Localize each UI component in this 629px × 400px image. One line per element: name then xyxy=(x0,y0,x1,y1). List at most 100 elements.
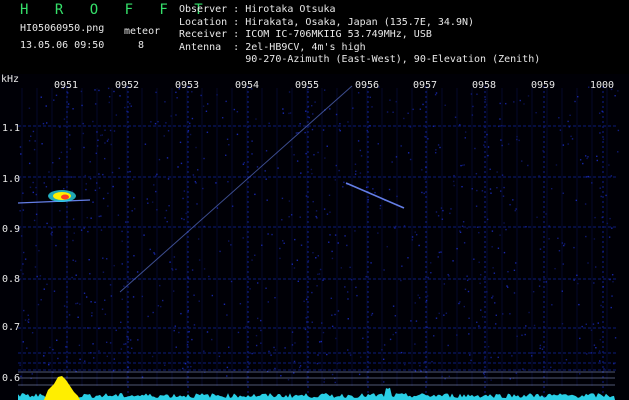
noise-speckle xyxy=(459,230,461,232)
noise-speckle xyxy=(461,185,463,188)
noise-speckle xyxy=(447,273,449,276)
noise-speckle xyxy=(293,360,296,363)
noise-speckle xyxy=(346,244,348,247)
noise-speckle xyxy=(180,312,182,315)
noise-speckle xyxy=(521,160,523,162)
noise-speckle xyxy=(509,203,511,206)
noise-speckle xyxy=(350,279,353,281)
noise-speckle xyxy=(223,303,226,305)
amplitude-peak xyxy=(44,376,80,400)
noise-speckle xyxy=(585,323,587,325)
noise-speckle xyxy=(417,294,419,296)
noise-speckle xyxy=(58,157,61,160)
noise-speckle xyxy=(103,157,106,160)
noise-speckle xyxy=(473,258,475,260)
noise-speckle xyxy=(203,225,205,228)
noise-speckle xyxy=(65,346,67,348)
noise-speckle xyxy=(584,203,587,205)
noise-speckle xyxy=(310,104,313,107)
noise-speckle xyxy=(403,225,406,227)
noise-speckle xyxy=(513,292,516,294)
freq-tick: 1.1 xyxy=(2,123,21,134)
noise-speckle xyxy=(91,312,93,314)
noise-speckle xyxy=(505,228,507,231)
noise-speckle xyxy=(73,232,75,234)
noise-speckle xyxy=(254,254,256,256)
noise-speckle xyxy=(194,180,197,183)
noise-speckle xyxy=(329,234,331,236)
noise-speckle xyxy=(72,218,75,220)
noise-speckle xyxy=(388,188,391,191)
noise-speckle xyxy=(409,158,412,161)
noise-speckle xyxy=(532,290,535,293)
noise-speckle xyxy=(463,305,465,308)
noise-speckle xyxy=(576,274,578,277)
noise-speckle xyxy=(181,217,183,220)
noise-speckle xyxy=(371,106,373,108)
noise-speckle xyxy=(55,94,58,97)
noise-speckle xyxy=(538,285,541,287)
noise-speckle xyxy=(595,347,597,349)
noise-speckle xyxy=(115,329,117,332)
noise-speckle xyxy=(58,179,60,181)
noise-speckle xyxy=(410,320,412,322)
noise-speckle xyxy=(104,313,107,315)
noise-speckle xyxy=(335,113,338,116)
noise-speckle xyxy=(154,253,156,255)
noise-speckle xyxy=(502,313,504,315)
noise-speckle xyxy=(32,191,34,194)
noise-speckle xyxy=(386,245,388,248)
noise-speckle xyxy=(231,205,234,207)
noise-speckle xyxy=(63,305,66,307)
noise-speckle xyxy=(496,186,498,189)
noise-speckle xyxy=(320,369,322,371)
noise-speckle xyxy=(550,366,552,369)
noise-speckle xyxy=(71,276,73,279)
noise-speckle xyxy=(585,235,587,238)
noise-speckle xyxy=(311,172,313,175)
noise-speckle xyxy=(326,213,329,215)
noise-speckle xyxy=(107,87,110,90)
noise-speckle xyxy=(71,190,74,192)
noise-speckle xyxy=(45,122,48,124)
noise-speckle xyxy=(298,366,301,369)
noise-speckle xyxy=(93,357,95,359)
noise-speckle xyxy=(174,325,177,327)
noise-speckle xyxy=(91,315,93,317)
noise-speckle xyxy=(249,288,251,290)
noise-speckle xyxy=(424,135,426,138)
noise-speckle xyxy=(202,105,205,107)
noise-speckle xyxy=(328,194,331,197)
noise-speckle xyxy=(310,168,313,171)
noise-speckle xyxy=(288,216,290,218)
noise-speckle xyxy=(127,338,130,340)
noise-speckle xyxy=(454,116,457,118)
noise-speckle xyxy=(280,375,282,377)
noise-speckle xyxy=(513,269,516,272)
noise-speckle xyxy=(500,139,502,141)
noise-speckle xyxy=(415,233,418,236)
noise-speckle xyxy=(260,342,262,344)
noise-speckle xyxy=(466,275,468,277)
noise-speckle xyxy=(230,280,233,283)
noise-speckle xyxy=(521,334,523,336)
noise-speckle xyxy=(421,191,423,194)
time-tick: 0951 xyxy=(54,80,79,91)
noise-speckle xyxy=(484,98,487,101)
noise-speckle xyxy=(331,250,333,253)
noise-speckle xyxy=(322,331,325,334)
noise-speckle xyxy=(360,155,363,157)
noise-speckle xyxy=(151,355,154,358)
noise-speckle xyxy=(69,134,71,136)
noise-speckle xyxy=(596,155,598,158)
noise-speckle xyxy=(296,259,299,261)
time-tick: 1000 xyxy=(590,80,615,91)
noise-speckle xyxy=(334,179,337,181)
noise-speckle xyxy=(563,243,566,245)
noise-speckle xyxy=(335,337,337,340)
noise-speckle xyxy=(179,141,182,144)
noise-speckle xyxy=(344,286,346,288)
noise-speckle xyxy=(271,233,273,236)
noise-speckle xyxy=(22,192,24,194)
noise-speckle xyxy=(545,281,547,283)
